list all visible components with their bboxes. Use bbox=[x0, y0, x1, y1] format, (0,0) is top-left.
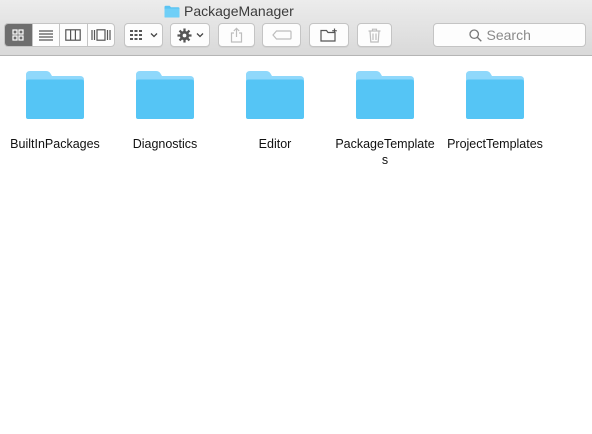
folder-icon bbox=[164, 5, 180, 17]
tag-icon bbox=[271, 30, 292, 40]
search-field[interactable] bbox=[433, 23, 586, 47]
chevron-down-icon bbox=[150, 33, 157, 38]
search-input[interactable] bbox=[486, 27, 551, 43]
list-icon bbox=[38, 30, 53, 41]
folder-label: ProjectTemplates bbox=[447, 137, 543, 151]
folder-item-editor[interactable]: Editor bbox=[220, 69, 330, 168]
folder-label: Diagnostics bbox=[132, 137, 198, 151]
list-view-button[interactable] bbox=[33, 24, 60, 46]
folder-icon bbox=[136, 71, 194, 119]
window-title-text: PackageManager bbox=[184, 3, 294, 19]
column-view-button[interactable] bbox=[60, 24, 88, 46]
folder-label: PackageTemplates bbox=[335, 137, 435, 167]
search-icon bbox=[468, 28, 482, 42]
folder-item-builtinpackages[interactable]: BuiltInPackages bbox=[0, 69, 110, 168]
folder-item-packagetemplates[interactable]: PackageTemplates bbox=[330, 69, 440, 168]
folder-label: Editor bbox=[258, 137, 292, 151]
arrange-grid-icon bbox=[129, 30, 142, 40]
view-mode-control bbox=[4, 23, 115, 47]
cover-flow-view-button[interactable] bbox=[88, 24, 115, 46]
folder-icon bbox=[246, 71, 304, 119]
folder-icon bbox=[466, 71, 524, 119]
new-folder-icon bbox=[320, 28, 337, 42]
folder-item-projecttemplates[interactable]: ProjectTemplates bbox=[440, 69, 550, 168]
grid-icon bbox=[12, 29, 24, 41]
share-button[interactable] bbox=[218, 23, 255, 47]
folder-icon bbox=[26, 71, 84, 119]
trash-button[interactable] bbox=[357, 23, 392, 47]
trash-icon bbox=[368, 28, 381, 43]
folder-icon bbox=[356, 71, 414, 119]
icon-view-button[interactable] bbox=[5, 24, 33, 46]
window-title: PackageManager bbox=[164, 2, 294, 20]
new-folder-button[interactable] bbox=[309, 23, 349, 47]
cover-flow-icon bbox=[91, 29, 111, 41]
folder-label: BuiltInPackages bbox=[10, 137, 100, 151]
window-toolbar: PackageManager bbox=[0, 0, 592, 56]
tags-button[interactable] bbox=[262, 23, 301, 47]
chevron-down-icon bbox=[196, 33, 203, 38]
columns-icon bbox=[65, 29, 82, 41]
share-icon bbox=[230, 27, 243, 43]
gear-icon bbox=[176, 27, 192, 43]
file-browser-content[interactable]: BuiltInPackages Diagnostics Editor Packa… bbox=[0, 57, 592, 434]
action-button[interactable] bbox=[170, 23, 210, 47]
arrange-button[interactable] bbox=[124, 23, 163, 47]
folder-grid: BuiltInPackages Diagnostics Editor Packa… bbox=[0, 69, 550, 168]
folder-item-diagnostics[interactable]: Diagnostics bbox=[110, 69, 220, 168]
